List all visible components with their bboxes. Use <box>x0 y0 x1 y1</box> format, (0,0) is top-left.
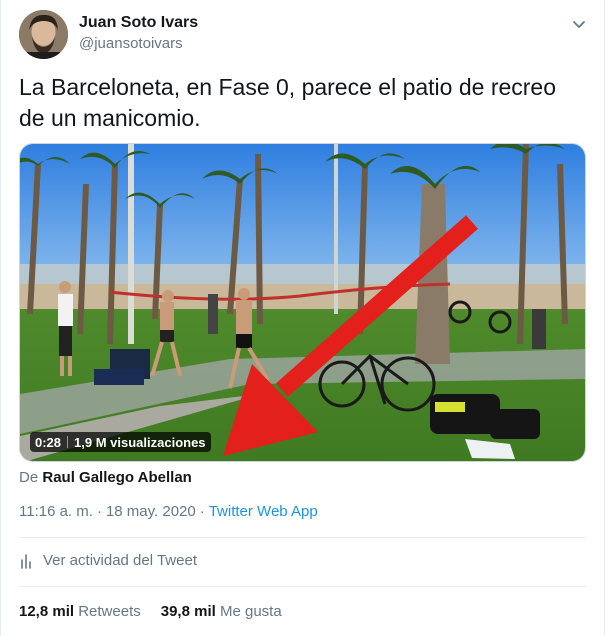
attribution-user-link[interactable]: Raul Gallego Abellan <box>42 469 191 486</box>
video-player[interactable] <box>19 143 586 462</box>
tweet-time[interactable]: 11:16 a. m. <box>19 503 93 520</box>
likes-label: Me gusta <box>219 603 282 620</box>
tweet-source-link[interactable]: Twitter Web App <box>209 503 318 520</box>
avatar[interactable] <box>19 10 68 59</box>
retweets-count: 12,8 mil <box>19 603 75 620</box>
video-duration: 0:28 <box>35 434 62 450</box>
divider <box>19 586 586 587</box>
author-handle[interactable]: @juansotoivars <box>79 35 183 52</box>
bar-chart-icon <box>19 553 35 569</box>
meta-separator: · <box>199 503 205 520</box>
tweet-date[interactable]: 18 may. 2020 <box>106 503 196 520</box>
video-attribution: De Raul Gallego Abellan <box>19 469 192 486</box>
author-name[interactable]: Juan Soto Ivars <box>79 14 198 32</box>
tweet-stats: 12,8 mil Retweets 39,8 mil Me gusta <box>19 603 282 620</box>
activity-label: Ver actividad del Tweet <box>43 552 197 569</box>
attribution-prefix: De <box>19 469 39 486</box>
retweets-label: Retweets <box>78 603 141 620</box>
likes-stat[interactable]: 39,8 mil Me gusta <box>161 603 282 620</box>
badge-separator <box>67 436 69 448</box>
divider <box>19 537 586 538</box>
tweet-meta: 11:16 a. m. · 18 may. 2020 · Twitter Web App <box>19 503 318 520</box>
avatar-image <box>19 10 68 59</box>
likes-count: 39,8 mil <box>160 603 216 620</box>
video-thumbnail <box>20 144 585 461</box>
tweet-activity-link[interactable]: Ver actividad del Tweet <box>19 552 197 569</box>
retweets-stat[interactable]: 12,8 mil Retweets <box>19 603 141 620</box>
tweet-text: La Barceloneta, en Fase 0, parece el pat… <box>19 74 557 131</box>
chevron-down-icon[interactable] <box>569 14 589 34</box>
video-views: 1,9 M visualizaciones <box>74 434 206 450</box>
meta-separator: · <box>96 503 102 520</box>
video-info-badge: 0:28 1,9 M visualizaciones <box>30 432 211 452</box>
tweet-card: Juan Soto Ivars @juansotoivars La Barcel… <box>0 0 605 636</box>
